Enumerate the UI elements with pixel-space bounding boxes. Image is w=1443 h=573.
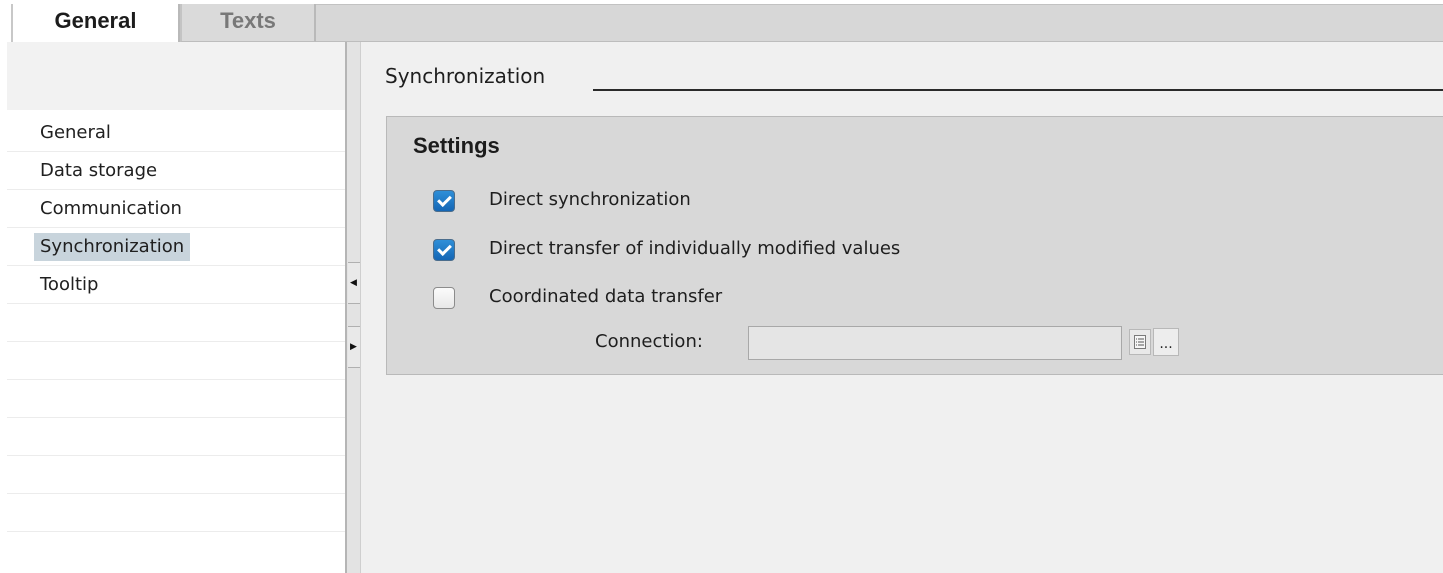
tab-bar: General Texts	[0, 0, 1443, 42]
connection-browse-button[interactable]: ...	[1153, 328, 1179, 356]
nav-row-empty	[7, 456, 345, 494]
settings-group: Settings Direct synchronization Direct t…	[386, 116, 1443, 375]
tab-general-label: General	[54, 8, 137, 33]
nav-item-tooltip[interactable]: Tooltip	[34, 271, 104, 299]
nav-row: Communication	[7, 190, 345, 228]
panel-splitter[interactable]: ◀ ▶	[345, 42, 361, 573]
collapse-panel-button[interactable]: ◀	[348, 262, 360, 304]
coordinated-data-transfer-option[interactable]: Coordinated data transfer	[433, 285, 722, 311]
connection-list-button[interactable]	[1129, 329, 1151, 355]
property-navigation: General Data storage Communication Synch…	[7, 42, 345, 573]
section-divider	[593, 89, 1443, 91]
list-icon	[1134, 335, 1146, 349]
direct-transfer-option[interactable]: Direct transfer of individually modified…	[433, 237, 900, 263]
connection-field[interactable]	[748, 326, 1122, 360]
nav-item-communication[interactable]: Communication	[34, 195, 188, 223]
section-title: Synchronization	[385, 64, 546, 88]
navigation-header	[7, 42, 345, 110]
expand-panel-button[interactable]: ▶	[348, 326, 360, 368]
nav-row: Synchronization	[7, 228, 345, 266]
tab-bar-track	[316, 4, 1443, 42]
triangle-left-icon: ◀	[350, 278, 357, 288]
nav-row: General	[7, 114, 345, 152]
direct-synchronization-checkbox[interactable]	[433, 190, 455, 212]
coordinated-data-transfer-label: Coordinated data transfer	[489, 286, 723, 307]
nav-item-data-storage[interactable]: Data storage	[34, 157, 163, 185]
nav-row-empty	[7, 418, 345, 456]
nav-row-empty	[7, 304, 345, 342]
nav-row-empty	[7, 380, 345, 418]
navigation-list: General Data storage Communication Synch…	[7, 114, 345, 532]
direct-transfer-label: Direct transfer of individually modified…	[489, 238, 901, 259]
nav-row-empty	[7, 342, 345, 380]
settings-group-title: Settings	[413, 133, 500, 158]
nav-item-synchronization[interactable]: Synchronization	[34, 233, 191, 261]
nav-item-general[interactable]: General	[34, 119, 117, 147]
nav-row: Tooltip	[7, 266, 345, 304]
properties-content: Synchronization Settings Direct synchron…	[361, 42, 1443, 573]
direct-synchronization-option[interactable]: Direct synchronization	[433, 188, 691, 214]
nav-row: Data storage	[7, 152, 345, 190]
direct-transfer-checkbox[interactable]	[433, 239, 455, 261]
triangle-right-icon: ▶	[350, 342, 357, 352]
nav-row-empty	[7, 494, 345, 532]
tab-texts-label: Texts	[220, 8, 276, 33]
coordinated-data-transfer-checkbox[interactable]	[433, 287, 455, 309]
tab-general[interactable]: General	[13, 4, 180, 42]
direct-synchronization-label: Direct synchronization	[489, 189, 691, 210]
connection-label: Connection:	[595, 331, 703, 352]
tab-texts[interactable]: Texts	[180, 4, 316, 42]
